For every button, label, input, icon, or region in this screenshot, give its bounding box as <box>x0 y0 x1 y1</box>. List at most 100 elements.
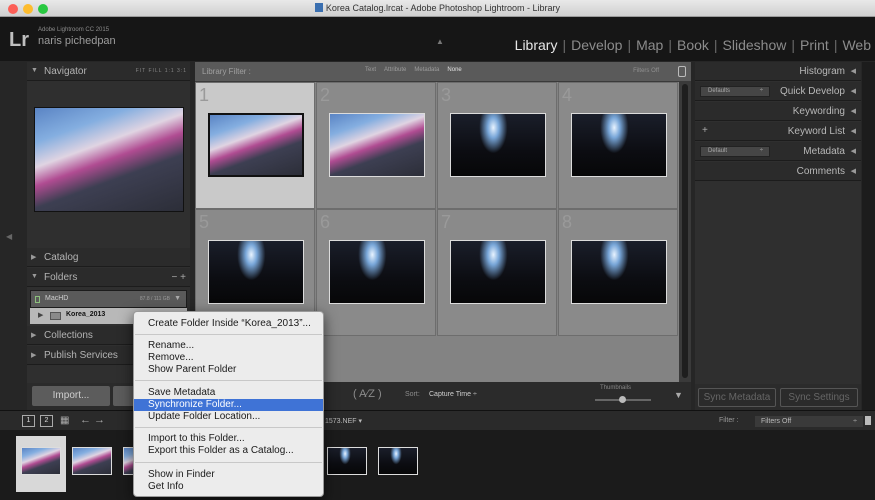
photo-thumbnail[interactable] <box>208 240 304 304</box>
quick-develop-preset-select[interactable]: Defaults ÷ <box>700 86 770 97</box>
import-button[interactable]: Import... <box>32 386 110 406</box>
filter-option-none[interactable]: None <box>443 67 465 73</box>
module-slideshow[interactable]: Slideshow <box>723 37 787 53</box>
add-keyword-icon[interactable]: + <box>702 125 708 136</box>
grid-view-icon[interactable]: ▦ <box>60 415 69 426</box>
navigator-header[interactable]: ▼ Navigator FIT FILL 1:1 3:1 <box>27 62 190 81</box>
grid-cell[interactable]: 3 <box>437 82 557 209</box>
grid-cell[interactable]: 1 <box>195 82 315 209</box>
menu-item-update-folder-location[interactable]: Update Folder Location... <box>134 411 323 423</box>
folders-header[interactable]: ▼ Folders − + <box>27 268 190 287</box>
menu-item-synchronize-folder[interactable]: Synchronize Folder... <box>134 399 323 411</box>
filter-option-text[interactable]: Text <box>361 67 380 73</box>
grid-cell[interactable]: 4 <box>558 82 678 209</box>
filmstrip-thumbnail[interactable] <box>72 447 112 475</box>
menu-separator <box>135 427 322 428</box>
filmstrip <box>0 430 875 500</box>
filter-presets-select[interactable]: Filters Off <box>633 68 659 74</box>
quick-develop-header[interactable]: Defaults ÷ Quick Develop ◀ <box>695 82 861 101</box>
filmstrip-cell[interactable] <box>67 436 117 492</box>
filmstrip-lock-icon[interactable] <box>865 416 871 425</box>
folder-expand-icon[interactable]: ▶ <box>38 311 43 319</box>
left-panel-collapse-icon[interactable]: ◀ <box>6 232 12 241</box>
metadata-label: Metadata <box>803 146 845 157</box>
photo-thumbnail[interactable] <box>571 240 667 304</box>
folders-add-remove-icon[interactable]: − + <box>172 272 186 283</box>
menu-item-show-parent-folder[interactable]: Show Parent Folder <box>134 364 323 376</box>
photo-thumbnail[interactable] <box>208 113 304 177</box>
thumbnail-size-slider-knob[interactable] <box>619 396 626 403</box>
metadata-preset-select[interactable]: Default ÷ <box>700 146 770 157</box>
collapsed-triangle-icon: ◀ <box>850 128 856 135</box>
sync-metadata-button[interactable]: Sync Metadata <box>698 388 776 407</box>
lock-icon[interactable] <box>678 66 686 77</box>
filmstrip-thumbnail[interactable] <box>21 447 61 475</box>
photo-thumbnail[interactable] <box>571 113 667 177</box>
grid-scrollbar[interactable] <box>679 82 691 382</box>
folder-name: Korea_2013 <box>66 311 106 318</box>
module-develop[interactable]: Develop <box>571 37 622 53</box>
navigator-preview[interactable] <box>34 107 184 212</box>
histogram-header[interactable]: Histogram ◀ <box>695 62 861 81</box>
second-window-button[interactable]: 2 <box>40 415 53 427</box>
filmstrip-cell[interactable] <box>322 436 372 492</box>
filmstrip-filter-select[interactable]: Filters Off ÷ <box>755 416 863 427</box>
grid-scrollbar-thumb[interactable] <box>682 84 688 378</box>
photo-thumbnail[interactable] <box>450 113 546 177</box>
back-forward-arrows-icon[interactable]: ← → <box>80 414 105 426</box>
grid-cell[interactable]: 6 <box>316 209 436 336</box>
filmstrip-cell[interactable] <box>16 436 66 492</box>
filter-option-metadata[interactable]: Metadata <box>410 67 443 73</box>
sync-settings-button[interactable]: Sync Settings <box>780 388 858 407</box>
collapse-top-panel-icon[interactable]: ▲ <box>436 37 444 46</box>
catalog-header[interactable]: ▶ Catalog <box>27 248 190 267</box>
menu-item-rename[interactable]: Rename... <box>134 340 323 352</box>
module-print[interactable]: Print <box>800 37 829 53</box>
toolbar-menu-icon[interactable]: ▼ <box>674 390 683 400</box>
comments-header[interactable]: Comments ◀ <box>695 162 861 181</box>
menu-item-create-folder-inside-korea-2013[interactable]: Create Folder Inside “Korea_2013”... <box>134 318 323 330</box>
module-library[interactable]: Library <box>515 37 558 53</box>
module-picker: Library | Develop | Map | Book | Slideshow | Print… <box>515 37 871 53</box>
grid-cell[interactable]: 2 <box>316 82 436 209</box>
sort-select[interactable]: Capture Time ÷ <box>429 391 477 398</box>
main-window-button[interactable]: 1 <box>22 415 35 427</box>
filmstrip-thumbnail[interactable] <box>378 447 418 475</box>
menu-item-get-info[interactable]: Get Info <box>134 481 323 493</box>
volume-status-icon <box>35 296 40 303</box>
menu-item-export-this-folder-as-a-catalog[interactable]: Export this Folder as a Catalog... <box>134 445 323 457</box>
module-map[interactable]: Map <box>636 37 663 53</box>
filmstrip-thumbnail[interactable] <box>327 447 367 475</box>
module-separator: | <box>668 37 672 53</box>
volume-row[interactable]: MacHD 87.8 / 111 GB ▼ <box>30 290 187 308</box>
grid-cell[interactable]: 8 <box>558 209 678 336</box>
volume-menu-icon[interactable]: ▼ <box>174 295 181 302</box>
select-arrow-icon: ÷ <box>853 418 857 425</box>
module-web[interactable]: Web <box>842 37 871 53</box>
navigator-zoom-options[interactable]: FIT FILL 1:1 3:1 <box>136 68 187 74</box>
sort-direction-icon[interactable]: ( A⁄Z ) <box>353 388 382 400</box>
product-name: Adobe Lightroom CC 2015 <box>38 27 110 33</box>
folders-label: Folders <box>44 272 78 283</box>
menu-item-remove[interactable]: Remove... <box>134 352 323 364</box>
module-separator: | <box>713 37 718 53</box>
module-separator: | <box>791 37 796 53</box>
menu-item-import-to-this-folder[interactable]: Import to this Folder... <box>134 433 323 445</box>
menu-item-show-in-finder[interactable]: Show in Finder <box>134 469 323 481</box>
keywording-header[interactable]: Keywording ◀ <box>695 102 861 121</box>
filter-option-attribute[interactable]: Attribute <box>380 67 410 73</box>
keyword-list-header[interactable]: + Keyword List ◀ <box>695 122 861 141</box>
module-book[interactable]: Book <box>677 37 709 53</box>
right-button-bar: Sync Metadata Sync Settings <box>695 384 861 410</box>
photo-thumbnail[interactable] <box>329 240 425 304</box>
metadata-header[interactable]: Default ÷ Metadata ◀ <box>695 142 861 161</box>
photo-thumbnail[interactable] <box>450 240 546 304</box>
right-panel-edge[interactable] <box>862 62 875 412</box>
filmstrip-cell[interactable] <box>373 436 423 492</box>
photo-thumbnail[interactable] <box>329 113 425 177</box>
filmstrip-source-path[interactable]: 1573.NEF ▾ <box>325 417 362 425</box>
grid-cell[interactable]: 7 <box>437 209 557 336</box>
grid-cell-index: 4 <box>562 85 573 105</box>
menu-item-save-metadata[interactable]: Save Metadata <box>134 387 323 399</box>
lightroom-window: Korea Catalog.lrcat - Adobe Photoshop Li… <box>0 0 875 500</box>
